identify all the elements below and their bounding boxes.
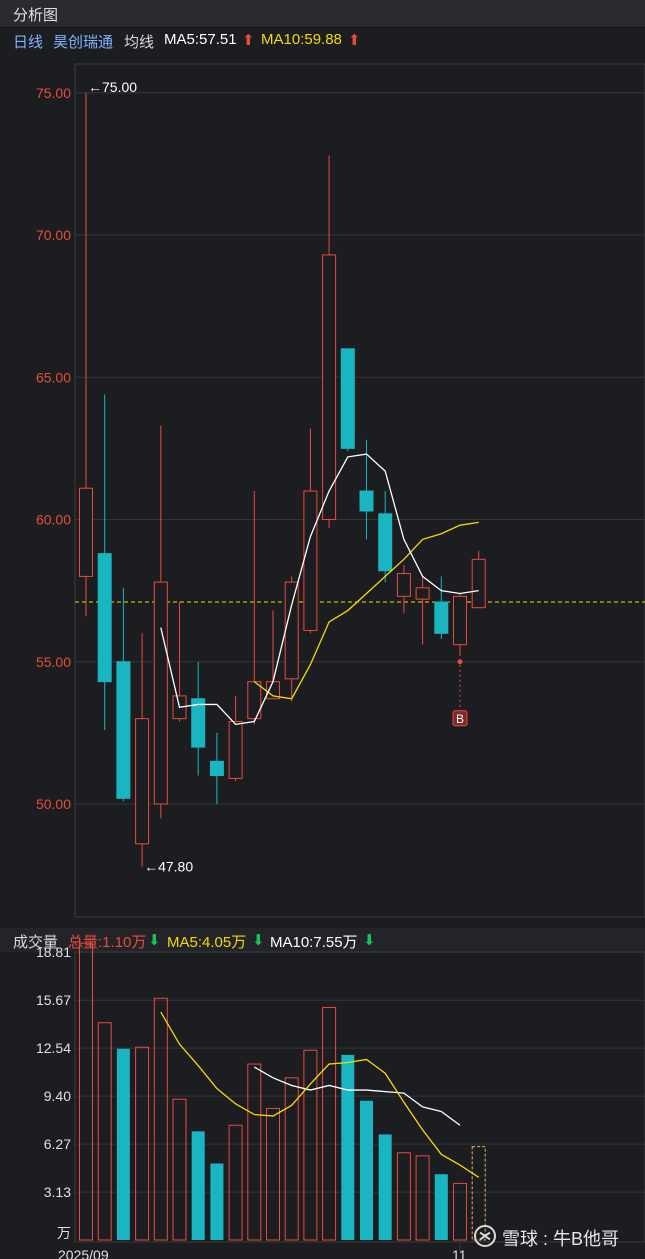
candle [453, 593, 467, 657]
volume-bar-up [228, 1124, 243, 1241]
volume-bar-down [378, 1134, 392, 1240]
volume-bar-down [434, 1174, 448, 1240]
price-ma5-line [160, 453, 479, 726]
price-tick-label: 75.00 [36, 85, 71, 101]
volume-bar-up [322, 1006, 337, 1241]
volume-bar-up [396, 1152, 411, 1241]
volume-bar-up [266, 1107, 280, 1241]
candle-body-up [303, 490, 318, 631]
candle-body-up [284, 581, 299, 680]
volume-unit-label: 万 [57, 1225, 71, 1241]
candle [97, 394, 112, 731]
volume-bar-up [247, 1063, 262, 1241]
candle [471, 550, 486, 609]
candle-body-down [340, 348, 355, 449]
candle [191, 661, 206, 776]
candle [209, 732, 224, 804]
volume-tick-label: 12.54 [36, 1040, 71, 1056]
candle [247, 491, 262, 725]
candle-body-up [79, 487, 93, 577]
volume-tick-label: 3.13 [44, 1184, 71, 1200]
candle [396, 565, 411, 614]
candle-body-up [415, 587, 430, 600]
high-price-annotation: ←75.00 [88, 79, 137, 95]
volume-tick-label: 18.81 [36, 944, 71, 960]
candle [434, 576, 449, 639]
candle-body-up [322, 254, 337, 520]
watermark: 雪球 : 牛B他哥 [474, 1222, 634, 1256]
watermark-brand: 雪球 [502, 1229, 538, 1249]
candle-body-down [434, 601, 449, 634]
stock-chart[interactable]: 75.00 70.00 65.00 60.00 55.00 50.00 18.81 15.67… [0, 0, 645, 1259]
watermark-author: 牛B他哥 [553, 1229, 620, 1249]
volume-bar-down [360, 1100, 373, 1240]
candle-body-down [116, 661, 131, 799]
candle-body-up [471, 558, 486, 609]
volume-bar-down [191, 1131, 205, 1240]
buy-point-dot [457, 659, 463, 665]
candle [340, 348, 355, 452]
volume-bar-up [284, 1077, 299, 1241]
candle-body-up [135, 718, 150, 845]
candle [303, 428, 318, 634]
volume-bar-down [210, 1163, 224, 1240]
snowball-logo-icon [474, 1225, 496, 1247]
candle-body-up [396, 573, 411, 597]
low-price-annotation: ←47.80 [144, 859, 193, 875]
candle-body-down [209, 760, 224, 777]
candle-body-down [378, 513, 393, 572]
price-tick-label: 60.00 [36, 512, 71, 528]
candle [266, 610, 280, 700]
candle-body-up [228, 720, 243, 779]
volume-bar-up [153, 997, 168, 1241]
candle-body-up [153, 581, 168, 805]
price-tick-label: 70.00 [36, 227, 71, 243]
price-tick-label: 65.00 [36, 369, 71, 385]
volume-tick-label: 15.67 [36, 992, 71, 1008]
candle [415, 576, 430, 645]
candle [228, 695, 243, 782]
candle [153, 425, 168, 819]
candle-body-down [97, 553, 112, 683]
candle [284, 576, 299, 702]
candle [322, 155, 337, 529]
candle-body-down [359, 490, 374, 512]
volume-bar-up [415, 1155, 430, 1241]
volume-bar-up [172, 1098, 187, 1241]
volume-ma5-line [160, 1011, 480, 1178]
candle-body-down [191, 698, 206, 748]
x-axis-date-label: 11 [452, 1247, 467, 1259]
candle-body-up [453, 595, 467, 646]
volume-bar-down [341, 1054, 355, 1240]
candle [378, 491, 393, 583]
volume-bar-up [79, 942, 93, 1241]
price-tick-label: 50.00 [36, 796, 71, 812]
buy-marker-label: B [456, 712, 464, 726]
candle [116, 587, 131, 802]
candle [79, 92, 93, 617]
x-axis-date-label: 2025/09 [58, 1247, 109, 1259]
volume-bar-up [97, 1022, 112, 1241]
watermark-text: 雪球 : 牛B他哥 [502, 1229, 620, 1249]
price-tick-label: 55.00 [36, 654, 71, 670]
volume-tick-label: 6.27 [44, 1136, 71, 1152]
candle [135, 633, 150, 867]
volume-bar-down [116, 1048, 130, 1240]
volume-tick-label: 9.40 [44, 1088, 71, 1104]
